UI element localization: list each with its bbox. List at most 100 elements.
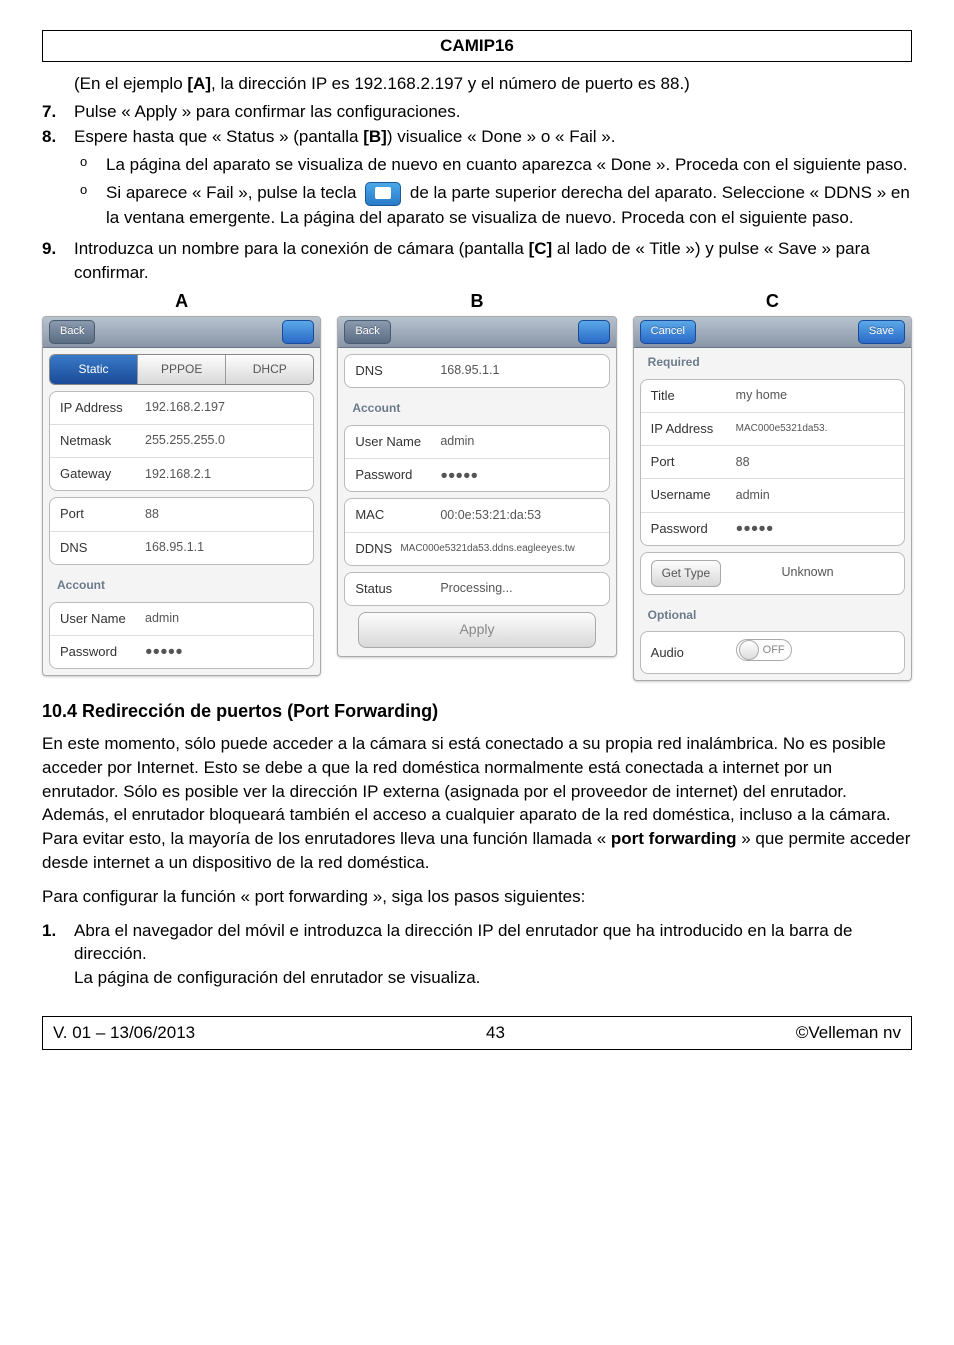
panel-c-header: Cancel Save bbox=[634, 317, 911, 348]
table-row: Password●●●●● bbox=[641, 513, 904, 545]
back-button[interactable]: Back bbox=[49, 320, 95, 343]
tab-dhcp[interactable]: DHCP bbox=[226, 355, 313, 384]
ip-label: IP Address bbox=[651, 420, 736, 438]
ddns-label: DDNS bbox=[355, 540, 400, 558]
table-row: Port88 bbox=[50, 498, 313, 531]
panel-b: Back DNS168.95.1.1 Account User Nameadmi… bbox=[337, 316, 616, 657]
port-dns-group: Port88 DNS168.95.1.1 bbox=[49, 497, 314, 564]
figure-row: A Back Static PPPOE DHCP IP Address192.1… bbox=[42, 289, 912, 681]
panel-c: Cancel Save Required Titlemy home IP Add… bbox=[633, 316, 912, 681]
account-group: User Nameadmin Password●●●●● bbox=[344, 425, 609, 492]
status-label: Status bbox=[355, 580, 440, 598]
tab-static[interactable]: Static bbox=[50, 355, 138, 384]
table-row: Get Type Unknown bbox=[641, 553, 904, 594]
tab-control: Static PPPOE DHCP bbox=[49, 354, 314, 385]
example-text-pre: (En el ejemplo bbox=[74, 74, 187, 93]
pf-step-1-line1: Abra el navegador del móvil e introduzca… bbox=[74, 921, 852, 964]
pf-step-1: 1. Abra el navegador del móvil e introdu… bbox=[42, 919, 912, 990]
pf-step-1-line2: La página de configuración del enrutador… bbox=[74, 968, 480, 987]
figure-a-label: A bbox=[42, 289, 321, 314]
username-label: User Name bbox=[60, 610, 145, 628]
cancel-button[interactable]: Cancel bbox=[640, 320, 696, 343]
username-label: Username bbox=[651, 486, 736, 504]
figure-b-label: B bbox=[337, 289, 616, 314]
optional-group: Audio OFF bbox=[640, 631, 905, 674]
step-8-bullet-2-pre: Si aparece « Fail », pulse la tecla bbox=[106, 183, 361, 202]
step-7-num: 7. bbox=[42, 100, 74, 124]
pf-step-1-num: 1. bbox=[42, 919, 74, 990]
ip-label: IP Address bbox=[60, 399, 145, 417]
port-label: Port bbox=[651, 453, 736, 471]
footer-version: V. 01 – 13/06/2013 bbox=[53, 1021, 195, 1045]
table-row: Password●●●●● bbox=[50, 636, 313, 668]
step-8-num: 8. bbox=[42, 125, 74, 235]
title-value[interactable]: my home bbox=[736, 387, 894, 405]
password-label: Password bbox=[355, 466, 440, 484]
gateway-label: Gateway bbox=[60, 465, 145, 483]
dns-group: DNS168.95.1.1 bbox=[344, 354, 609, 388]
password-label: Password bbox=[60, 643, 145, 661]
step-9-pre: Introduzca un nombre para la conexión de… bbox=[74, 239, 529, 258]
page-footer: V. 01 – 13/06/2013 43 ©Velleman nv bbox=[42, 1016, 912, 1050]
account-section: Account bbox=[338, 394, 615, 419]
port-label: Port bbox=[60, 505, 145, 523]
panel-a: Back Static PPPOE DHCP IP Address192.168… bbox=[42, 316, 321, 676]
bullet-icon: o bbox=[74, 181, 106, 229]
tool-icon[interactable] bbox=[282, 320, 314, 344]
step-8: 8. Espere hasta que « Status » (pantalla… bbox=[42, 125, 912, 235]
netmask-label: Netmask bbox=[60, 432, 145, 450]
username-value[interactable]: admin bbox=[736, 487, 894, 505]
ip-value[interactable]: 192.168.2.197 bbox=[145, 399, 303, 417]
table-row: User Nameadmin bbox=[345, 426, 608, 459]
ip-value[interactable]: MAC000e5321da53. bbox=[736, 422, 894, 436]
table-row: Usernameadmin bbox=[641, 479, 904, 512]
audio-toggle[interactable]: OFF bbox=[736, 639, 792, 661]
netmask-value[interactable]: 255.255.255.0 bbox=[145, 432, 303, 450]
table-row: Port88 bbox=[641, 446, 904, 479]
gettype-value: Unknown bbox=[721, 564, 894, 582]
step-8-ref: [B] bbox=[363, 127, 387, 146]
step-9-num: 9. bbox=[42, 237, 74, 285]
username-label: User Name bbox=[355, 433, 440, 451]
table-row: DNS168.95.1.1 bbox=[345, 355, 608, 387]
section-para-2: Para configurar la función « port forwar… bbox=[42, 885, 912, 909]
tab-pppoe[interactable]: PPPOE bbox=[138, 355, 226, 384]
mac-label: MAC bbox=[355, 506, 440, 524]
username-value[interactable]: admin bbox=[145, 610, 303, 628]
section-para-1: En este momento, sólo puede acceder a la… bbox=[42, 732, 912, 875]
back-button[interactable]: Back bbox=[344, 320, 390, 343]
password-value[interactable]: ●●●●● bbox=[736, 520, 894, 538]
dns-value[interactable]: 168.95.1.1 bbox=[145, 539, 303, 557]
table-row: Audio OFF bbox=[641, 632, 904, 673]
gateway-value[interactable]: 192.168.2.1 bbox=[145, 466, 303, 484]
example-note: (En el ejemplo [A], la dirección IP es 1… bbox=[74, 72, 912, 96]
step-9: 9. Introduzca un nombre para la conexión… bbox=[42, 237, 912, 285]
gettype-button[interactable]: Get Type bbox=[651, 560, 721, 587]
step-7: 7. Pulse « Apply » para confirmar las co… bbox=[42, 100, 912, 124]
network-group: IP Address192.168.2.197 Netmask255.255.2… bbox=[49, 391, 314, 492]
optional-section: Optional bbox=[634, 601, 911, 626]
required-group: Titlemy home IP AddressMAC000e5321da53. … bbox=[640, 379, 905, 546]
ddns-value: MAC000e5321da53.ddns.eagleeyes.tw bbox=[400, 542, 598, 556]
tool-icon bbox=[365, 182, 401, 206]
table-row: DNS168.95.1.1 bbox=[50, 532, 313, 564]
username-value[interactable]: admin bbox=[440, 433, 598, 451]
table-row: User Nameadmin bbox=[50, 603, 313, 636]
table-row: StatusProcessing... bbox=[345, 573, 608, 605]
password-value[interactable]: ●●●●● bbox=[440, 467, 598, 485]
example-ref: [A] bbox=[187, 74, 211, 93]
port-value[interactable]: 88 bbox=[736, 454, 894, 472]
step-8-bullet-1: o La página del aparato se visualiza de … bbox=[74, 153, 912, 177]
dns-value[interactable]: 168.95.1.1 bbox=[440, 362, 598, 380]
product-header: CAMIP16 bbox=[42, 30, 912, 62]
password-value[interactable]: ●●●●● bbox=[145, 643, 303, 661]
table-row: Titlemy home bbox=[641, 380, 904, 413]
apply-button[interactable]: Apply bbox=[358, 612, 595, 648]
tool-icon[interactable] bbox=[578, 320, 610, 344]
title-label: Title bbox=[651, 387, 736, 405]
example-text-post: , la dirección IP es 192.168.2.197 y el … bbox=[211, 74, 690, 93]
port-value[interactable]: 88 bbox=[145, 506, 303, 524]
table-row: DDNSMAC000e5321da53.ddns.eagleeyes.tw bbox=[345, 533, 608, 565]
section-heading: 10.4 Redirección de puertos (Port Forwar… bbox=[42, 699, 912, 724]
save-button[interactable]: Save bbox=[858, 320, 905, 343]
